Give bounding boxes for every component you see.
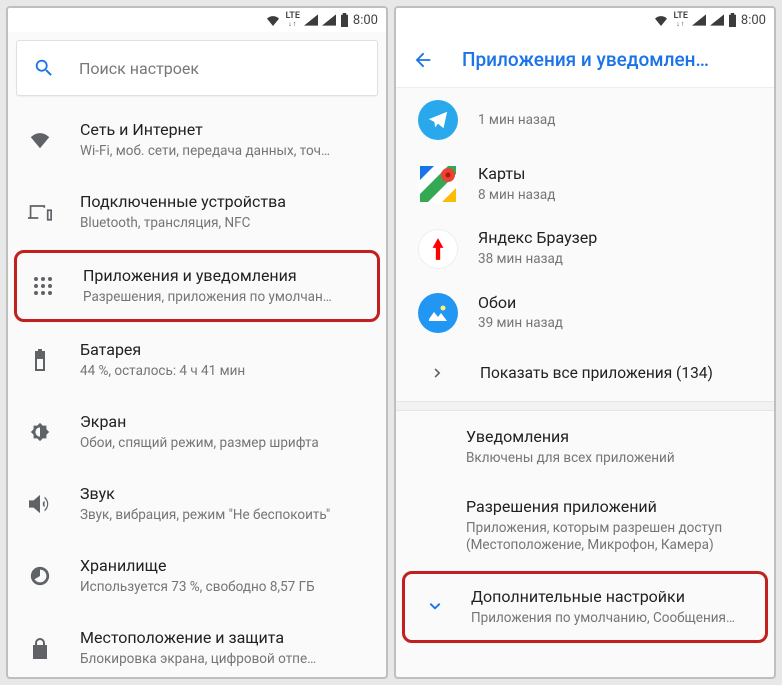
section-title: Уведомления <box>466 427 758 448</box>
settings-item-location-security[interactable]: Местоположение и защита Блокировка экран… <box>8 612 386 677</box>
devices-icon <box>28 203 52 221</box>
item-sub: Разрешения, приложения по умолчан… <box>83 289 367 307</box>
settings-item-apps[interactable]: Приложения и уведомления Разрешения, при… <box>14 250 380 322</box>
app-row-yandex[interactable]: Яндекс Браузер 38 мин назад <box>396 216 774 280</box>
item-title: Экран <box>80 412 370 433</box>
settings-item-display[interactable]: Экран Обои, спящий режим, размер шрифта <box>8 396 386 468</box>
app-sub: 1 мин назад <box>478 112 758 130</box>
maps-icon <box>418 164 458 204</box>
settings-list: Сеть и Интернет Wi-Fi, моб. сети, переда… <box>8 104 386 677</box>
section-notifications[interactable]: Уведомления Включены для всех приложений <box>396 411 774 483</box>
clock: 8:00 <box>741 13 766 28</box>
search-settings[interactable]: Поиск настроек <box>16 40 378 96</box>
item-sub: Блокировка экрана, цифровой отпе… <box>80 651 370 669</box>
sound-icon <box>29 494 51 514</box>
telegram-icon <box>418 100 458 140</box>
section-title: Дополнительные настройки <box>471 587 755 608</box>
chevron-down-icon <box>427 599 443 615</box>
yandex-icon <box>418 229 458 269</box>
settings-item-storage[interactable]: Хранилище Используется 73 %, свободно 8,… <box>8 540 386 612</box>
app-row-wallpaper[interactable]: Обои 39 мин назад <box>396 281 774 345</box>
chevron-right-icon <box>431 366 445 380</box>
section-sub: Приложения по умолчанию, Сообщения… <box>471 610 755 628</box>
app-title: Обои <box>478 293 758 314</box>
status-bar: LTE↓↑ 8:00 <box>8 8 386 32</box>
search-placeholder: Поиск настроек <box>79 59 199 78</box>
item-sub: Используется 73 %, свободно 8,57 ГБ <box>80 579 370 597</box>
item-title: Подключенные устройства <box>80 192 370 213</box>
item-title: Местоположение и защита <box>80 628 370 649</box>
topbar-title: Приложения и уведомлен… <box>462 48 709 71</box>
item-title: Сеть и Интернет <box>80 120 370 141</box>
back-arrow-icon[interactable] <box>412 49 434 71</box>
section-advanced[interactable]: Дополнительные настройки Приложения по у… <box>402 571 768 643</box>
show-all-apps[interactable]: Показать все приложения (134) <box>396 345 774 401</box>
app-row-maps[interactable]: Карты 8 мин назад <box>396 152 774 216</box>
item-sub: Bluetooth, трансляция, NFC <box>80 215 370 233</box>
settings-item-battery[interactable]: Батарея 44 %, осталось: 4 ч 41 мин <box>8 324 386 396</box>
item-title: Хранилище <box>80 556 370 577</box>
settings-item-sound[interactable]: Звук Звук, вибрация, режим "Не беспокоит… <box>8 468 386 540</box>
battery-icon <box>340 13 349 27</box>
apps-icon <box>33 276 53 296</box>
app-sub: 38 мин назад <box>478 251 758 269</box>
item-sub: Wi-Fi, моб. сети, передача данных, точ… <box>80 143 370 161</box>
signal-icon-2 <box>322 14 336 26</box>
battery-icon <box>728 13 737 27</box>
item-sub: 44 %, осталось: 4 ч 41 мин <box>80 363 370 381</box>
section-sub: Включены для всех приложений <box>466 450 758 468</box>
app-sub: 8 мин назад <box>478 187 758 205</box>
item-title: Звук <box>80 484 370 505</box>
settings-item-connected[interactable]: Подключенные устройства Bluetooth, транс… <box>8 176 386 248</box>
item-title: Батарея <box>80 340 370 361</box>
app-sub: 39 мин назад <box>478 315 758 333</box>
settings-main-screen: LTE↓↑ 8:00 Поиск настроек Сеть и Интерне… <box>6 6 388 679</box>
wallpaper-icon <box>418 293 458 333</box>
wifi-icon <box>29 131 51 149</box>
wifi-icon <box>653 14 669 26</box>
signal-icon <box>304 14 318 26</box>
wifi-icon <box>265 14 281 26</box>
item-sub: Обои, спящий режим, размер шрифта <box>80 435 370 453</box>
signal-icon-2 <box>710 14 724 26</box>
section-divider <box>396 401 774 411</box>
section-sub: Приложения, которым разрешен доступ (Мес… <box>466 520 758 555</box>
storage-icon <box>29 565 51 587</box>
brightness-icon <box>29 421 51 443</box>
item-sub: Звук, вибрация, режим "Не беспокоить" <box>80 507 370 525</box>
app-row-telegram[interactable]: 1 мин назад <box>396 88 774 152</box>
show-all-label: Показать все приложения (134) <box>480 363 758 383</box>
settings-item-network[interactable]: Сеть и Интернет Wi-Fi, моб. сети, переда… <box>8 104 386 176</box>
lte-indicator: LTE↓↑ <box>673 12 687 28</box>
search-icon <box>33 57 55 79</box>
clock: 8:00 <box>353 13 378 28</box>
section-permissions[interactable]: Разрешения приложений Приложения, которы… <box>396 483 774 569</box>
lte-indicator: LTE↓↑ <box>285 12 299 28</box>
app-title: Яндекс Браузер <box>478 228 758 249</box>
lock-icon <box>31 637 49 659</box>
app-title: Карты <box>478 164 758 185</box>
status-bar: LTE↓↑ 8:00 <box>396 8 774 32</box>
item-title: Приложения и уведомления <box>83 266 367 287</box>
apps-notifications-screen: LTE↓↑ 8:00 Приложения и уведомлен… 1 мин… <box>394 6 776 679</box>
section-title: Разрешения приложений <box>466 497 758 518</box>
topbar: Приложения и уведомлен… <box>396 32 774 88</box>
apps-list: 1 мин назад Карты 8 мин назад Яндекс Бра… <box>396 88 774 677</box>
battery-icon <box>34 349 46 371</box>
signal-icon <box>692 14 706 26</box>
